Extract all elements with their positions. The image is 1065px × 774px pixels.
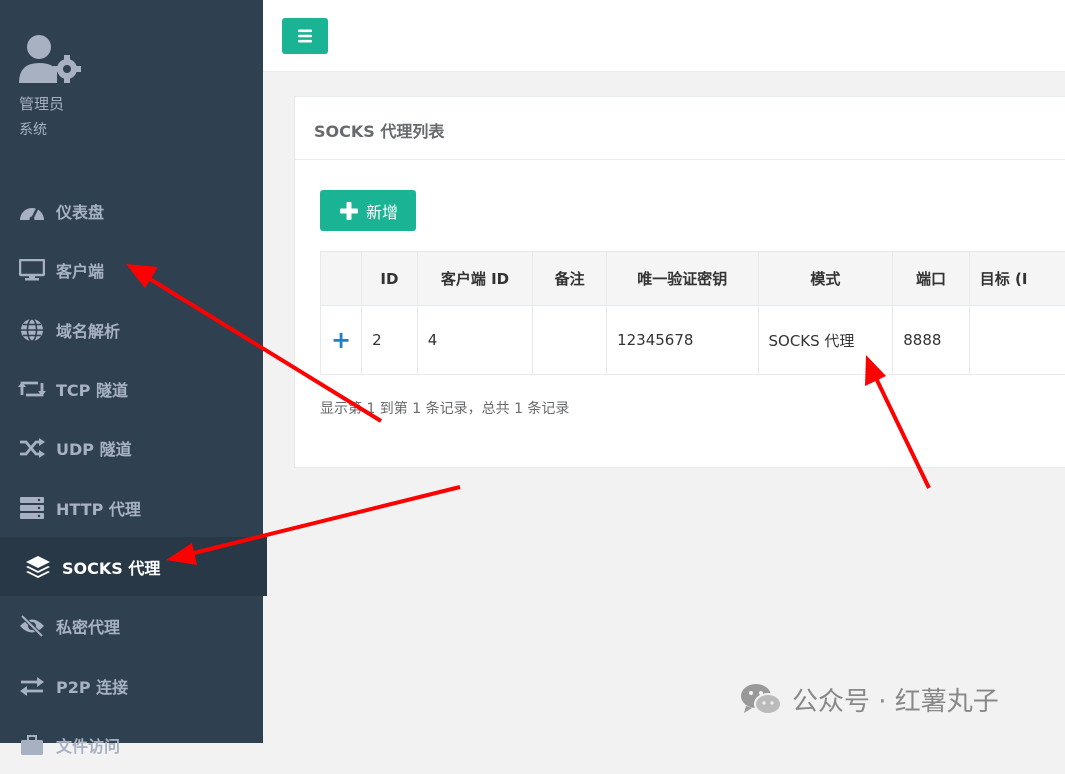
- sidebar-item-label: SOCKS 代理: [62, 555, 160, 579]
- watermark-text: 公众号 · 红薯丸子: [792, 681, 999, 718]
- col-header-key[interactable]: 唯一验证密钥: [607, 252, 758, 306]
- monitor-icon: [18, 256, 46, 284]
- top-navbar: [263, 0, 1065, 72]
- table-header-row: ID 客户端 ID 备注 唯一验证密钥 模式 端口 目标 (I: [321, 252, 1065, 306]
- divider: [295, 159, 1065, 160]
- retweet-icon: [18, 375, 46, 403]
- sidebar-item-label: 文件访问: [56, 733, 120, 757]
- col-header-target[interactable]: 目标 (I: [969, 252, 1065, 306]
- profile-role: 系统: [19, 119, 47, 139]
- sidebar-item-private[interactable]: 私密代理: [0, 596, 263, 655]
- col-header-client-id[interactable]: 客户端 ID: [417, 252, 533, 306]
- profile-name: 管理员: [19, 93, 64, 114]
- layers-icon: [24, 553, 52, 581]
- exchange-icon: [18, 672, 46, 700]
- cell-mode: SOCKS 代理: [758, 306, 893, 375]
- plus-icon: [340, 202, 358, 220]
- expand-row-icon[interactable]: +: [321, 306, 362, 375]
- sidebar-item-label: P2P 连接: [56, 674, 128, 698]
- sidebar-item-p2p[interactable]: P2P 连接: [0, 656, 263, 715]
- server-icon: [18, 494, 46, 522]
- shuffle-icon: [18, 434, 46, 462]
- cell-target: [969, 306, 1065, 375]
- hamburger-icon: [297, 29, 313, 43]
- sidebar-item-dashboard[interactable]: 仪表盘: [0, 181, 263, 240]
- cell-id: 2: [362, 306, 418, 375]
- briefcase-icon: [18, 731, 46, 759]
- wechat-icon: [740, 682, 782, 718]
- sidebar-item-label: 域名解析: [56, 318, 120, 342]
- sidebar-item-files[interactable]: 文件访问: [0, 715, 263, 774]
- sidebar-item-label: UDP 隧道: [56, 436, 132, 460]
- sidebar-item-tcp[interactable]: TCP 隧道: [0, 359, 263, 418]
- sidebar: 管理员 系统 仪表盘 客户端 域名解析 TCP 隧道 UDP 隧道 HTTP: [0, 0, 263, 743]
- sidebar-item-label: 私密代理: [56, 614, 120, 638]
- table-row: + 2 4 12345678 SOCKS 代理 8888: [321, 306, 1065, 375]
- sidebar-item-clients[interactable]: 客户端: [0, 240, 263, 299]
- table-pagination-info: 显示第 1 到第 1 条记录，总共 1 条记录: [320, 398, 569, 418]
- sidebar-item-label: HTTP 代理: [56, 496, 141, 520]
- menu-toggle-button[interactable]: [282, 18, 328, 54]
- eye-slash-icon: [18, 612, 46, 640]
- col-header-port[interactable]: 端口: [893, 252, 970, 306]
- sidebar-item-socks[interactable]: SOCKS 代理: [0, 537, 267, 596]
- sidebar-item-udp[interactable]: UDP 隧道: [0, 418, 263, 477]
- globe-icon: [18, 316, 46, 344]
- col-header-remark[interactable]: 备注: [533, 252, 607, 306]
- socks-proxy-table: ID 客户端 ID 备注 唯一验证密钥 模式 端口 目标 (I + 2 4 12…: [320, 251, 1065, 375]
- dashboard-icon: [18, 197, 46, 225]
- socks-proxy-panel: SOCKS 代理列表 新增 ID 客户端 ID 备注 唯一验证密钥 模式 端口 …: [294, 96, 1065, 468]
- sidebar-item-http[interactable]: HTTP 代理: [0, 478, 263, 537]
- add-button[interactable]: 新增: [320, 190, 416, 231]
- user-settings-icon: [17, 33, 83, 85]
- col-header-mode[interactable]: 模式: [758, 252, 893, 306]
- sidebar-item-label: 仪表盘: [56, 199, 104, 223]
- cell-key: 12345678: [607, 306, 758, 375]
- cell-port: 8888: [893, 306, 970, 375]
- add-button-label: 新增: [366, 199, 398, 223]
- cell-remark: [533, 306, 607, 375]
- sidebar-item-dns[interactable]: 域名解析: [0, 300, 263, 359]
- panel-title: SOCKS 代理列表: [314, 118, 444, 142]
- sidebar-item-label: 客户端: [56, 258, 104, 282]
- col-header-id[interactable]: ID: [362, 252, 418, 306]
- watermark: 公众号 · 红薯丸子: [740, 681, 999, 718]
- cell-client-id: 4: [417, 306, 533, 375]
- col-header-expand: [321, 252, 362, 306]
- sidebar-item-label: TCP 隧道: [56, 377, 128, 401]
